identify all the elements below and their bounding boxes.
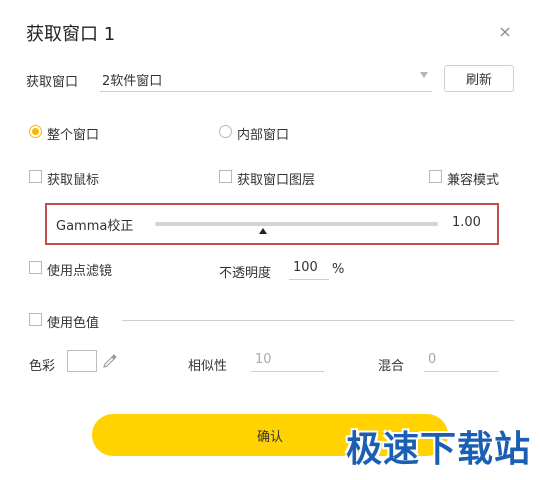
opacity-label: 不透明度	[219, 266, 272, 281]
similarity-input[interactable]: 10	[251, 350, 324, 372]
gamma-slider[interactable]	[155, 222, 438, 226]
similarity-value: 10	[255, 352, 272, 367]
eyedropper-icon[interactable]	[101, 352, 119, 370]
checkbox-point-filter-label: 使用点滤镜	[47, 264, 113, 279]
opacity-value: 100	[293, 260, 318, 275]
radio-inner-window-label: 内部窗口	[237, 128, 290, 143]
checkbox-capture-mouse-label: 获取鼠标	[47, 173, 100, 188]
checkbox-compat-mode-label: 兼容模式	[447, 173, 500, 188]
gamma-label: Gamma校正	[56, 219, 134, 234]
checkbox-use-color-value[interactable]	[29, 313, 42, 326]
checkbox-capture-layers-label: 获取窗口图层	[237, 173, 316, 188]
checkbox-use-color-value-label: 使用色值	[47, 316, 100, 331]
radio-whole-window[interactable]	[29, 125, 42, 138]
checkbox-compat-mode[interactable]	[429, 170, 442, 183]
gamma-slider-thumb[interactable]	[258, 228, 267, 234]
radio-whole-window-label: 整个窗口	[47, 128, 100, 143]
blend-value: 0	[428, 352, 437, 367]
refresh-button[interactable]: 刷新	[444, 65, 514, 92]
dropdown-arrow-icon	[420, 72, 428, 78]
radio-inner-window[interactable]	[219, 125, 232, 138]
checkbox-capture-mouse[interactable]	[29, 170, 42, 183]
opacity-input[interactable]: 100	[289, 258, 329, 280]
color-label: 色彩	[29, 359, 56, 374]
watermark-logo: 极速下载站	[346, 429, 532, 470]
capture-window-label: 获取窗口	[26, 75, 79, 90]
opacity-unit: %	[332, 262, 345, 277]
checkbox-capture-layers[interactable]	[219, 170, 232, 183]
close-icon[interactable]	[497, 24, 513, 40]
blend-input[interactable]: 0	[424, 350, 498, 372]
checkbox-point-filter[interactable]	[29, 261, 42, 274]
similarity-label: 相似性	[188, 359, 228, 374]
color-swatch[interactable]	[67, 350, 97, 372]
gamma-value: 1.00	[452, 215, 481, 230]
capture-window-select[interactable]: 2软件窗口	[100, 66, 432, 92]
blend-label: 混合	[378, 359, 405, 374]
divider	[122, 320, 514, 321]
dialog-title: 获取窗口 1	[26, 24, 116, 45]
capture-window-value: 2软件窗口	[102, 74, 163, 89]
